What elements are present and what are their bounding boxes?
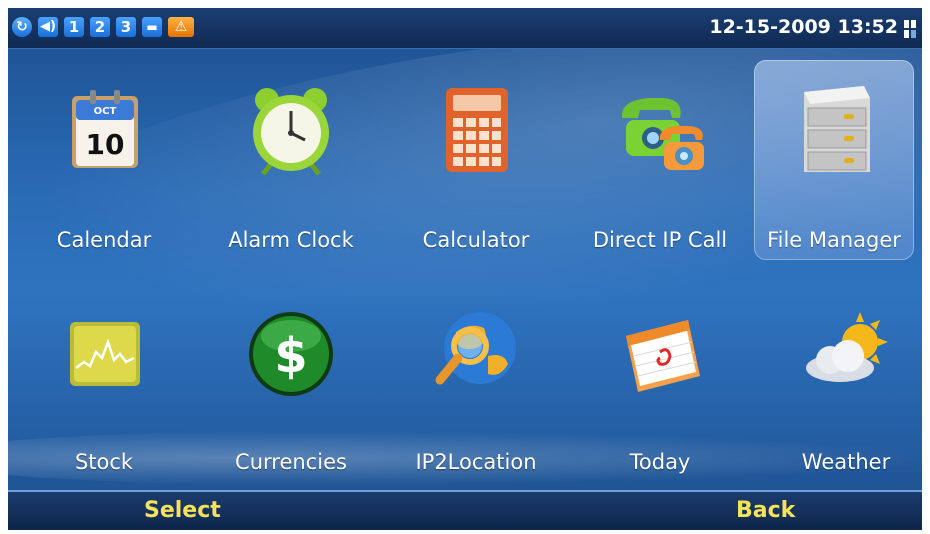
app-today[interactable]: Today bbox=[580, 284, 740, 484]
app-direct-ip-call[interactable]: Direct IP Call bbox=[580, 60, 740, 260]
app-currencies[interactable]: $ Currencies bbox=[211, 284, 371, 484]
app-label: Calendar bbox=[56, 228, 152, 252]
phone-icon bbox=[621, 98, 704, 170]
app-label: Currencies bbox=[235, 450, 347, 474]
signal-icon bbox=[904, 20, 916, 38]
app-file-manager[interactable]: File Manager bbox=[754, 60, 914, 260]
svg-text:$: $ bbox=[274, 328, 307, 384]
calendar-month: OCT bbox=[94, 106, 117, 117]
app-calendar[interactable]: OCT 10 Calendar bbox=[24, 60, 184, 260]
keyboard-icon: ▬ bbox=[142, 17, 162, 37]
app-label: Weather bbox=[801, 450, 891, 474]
refresh-icon: ↻ bbox=[12, 17, 32, 37]
home-screen: ↻ ◀) 1 2 3 ▬ ⚠ 12-15-2009 13:52 OCT 10 C… bbox=[8, 8, 922, 530]
line-2-icon: 2 bbox=[90, 17, 110, 37]
app-label: IP2Location bbox=[415, 450, 537, 474]
app-ip2location[interactable]: IP2Location bbox=[396, 284, 556, 484]
app-alarm-clock[interactable]: Alarm Clock bbox=[211, 60, 371, 260]
app-label: File Manager bbox=[767, 228, 901, 252]
select-softkey[interactable]: Select bbox=[144, 498, 221, 523]
line-3-icon: 3 bbox=[116, 17, 136, 37]
dollar-icon: $ bbox=[249, 312, 333, 396]
calendar-day: 10 bbox=[86, 128, 125, 161]
app-weather[interactable]: Weather bbox=[766, 284, 922, 484]
app-grid: OCT 10 Calendar Alarm Clock Calculator D… bbox=[8, 60, 922, 490]
clock: 12-15-2009 13:52 bbox=[709, 16, 898, 38]
app-calculator[interactable]: Calculator bbox=[396, 60, 556, 260]
back-softkey[interactable]: Back bbox=[736, 498, 795, 523]
calendar-icon: OCT 10 bbox=[72, 90, 138, 168]
globe-search-icon bbox=[435, 312, 516, 385]
app-stock[interactable]: Stock bbox=[24, 284, 184, 484]
app-label: Today bbox=[629, 450, 691, 474]
today-calendar-icon bbox=[626, 320, 700, 392]
volume-icon: ◀) bbox=[38, 17, 58, 37]
calculator-icon bbox=[446, 88, 508, 172]
softkey-bar: Select Back bbox=[8, 490, 922, 530]
weather-icon bbox=[806, 312, 888, 382]
file-cabinet-icon bbox=[804, 86, 870, 172]
stock-chart-icon bbox=[70, 322, 140, 386]
alarm-clock-icon bbox=[253, 88, 329, 176]
app-label: Direct IP Call bbox=[592, 228, 728, 252]
warning-icon: ⚠ bbox=[168, 17, 194, 37]
status-bar: ↻ ◀) 1 2 3 ▬ ⚠ 12-15-2009 13:52 bbox=[8, 8, 922, 49]
line-1-icon: 1 bbox=[64, 17, 84, 37]
app-label: Alarm Clock bbox=[228, 228, 354, 252]
app-label: Calculator bbox=[422, 228, 530, 252]
app-label: Stock bbox=[74, 450, 134, 474]
